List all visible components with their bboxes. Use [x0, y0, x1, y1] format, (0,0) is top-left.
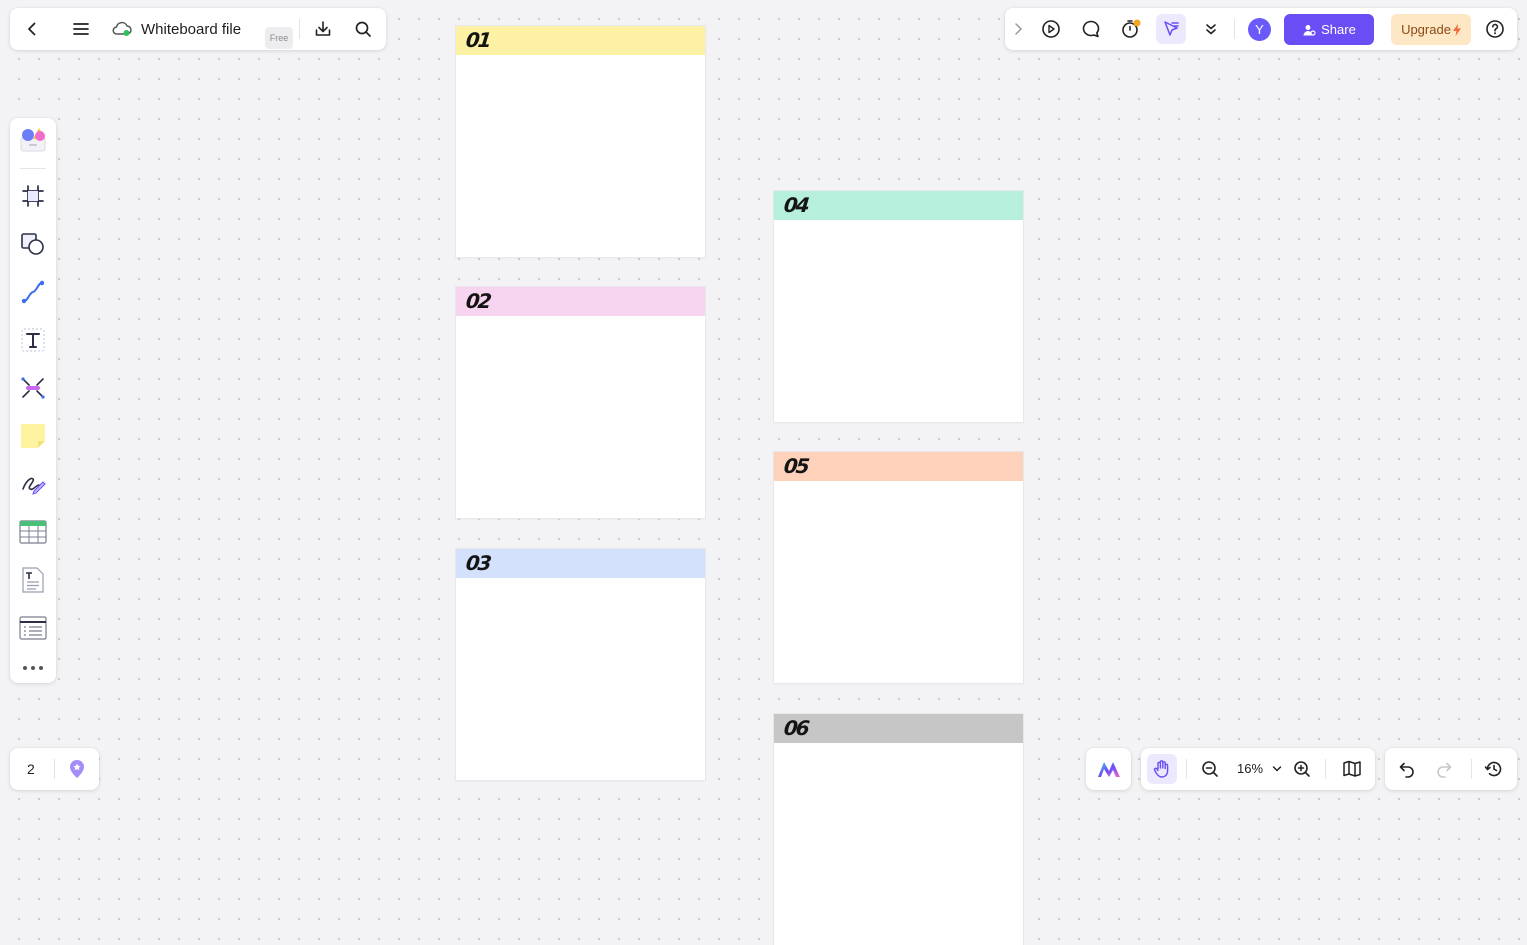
file-title[interactable]: Whiteboard file [141, 21, 241, 38]
top-left-toolbar: Whiteboard file Free [10, 8, 386, 50]
chevron-right-icon[interactable] [1005, 14, 1031, 44]
upgrade-label: Upgrade [1401, 22, 1451, 37]
history-controls [1385, 748, 1517, 790]
top-right-toolbar: Y Share Upgrade [1005, 8, 1517, 50]
double-chevron-down-icon[interactable] [1196, 14, 1226, 44]
help-icon[interactable] [1480, 14, 1510, 44]
user-avatar[interactable]: Y [1248, 18, 1271, 41]
card-header: 06 [774, 714, 1023, 743]
history-icon[interactable] [1479, 754, 1509, 784]
back-icon[interactable] [17, 14, 47, 44]
add-user-icon [1303, 24, 1316, 36]
divider [1234, 19, 1235, 39]
card-number: 05 [782, 454, 810, 478]
card-number: 04 [782, 193, 810, 217]
section-card[interactable]: 04 [774, 191, 1023, 422]
menu-icon[interactable] [66, 14, 96, 44]
card-header: 02 [456, 287, 705, 316]
card-header: 03 [456, 549, 705, 578]
connector-line-icon[interactable] [18, 277, 48, 307]
zoom-level[interactable]: 16% [1237, 761, 1263, 776]
redo-icon[interactable] [1430, 754, 1460, 784]
chevron-down-icon[interactable] [1267, 754, 1287, 784]
pages-panel: 2 [10, 748, 99, 790]
page-count[interactable]: 2 [27, 761, 35, 777]
frame-icon[interactable] [18, 181, 48, 211]
table-icon[interactable] [18, 517, 48, 547]
card-number: 02 [464, 289, 492, 313]
zoom-in-icon[interactable] [1287, 754, 1317, 784]
card-header: 04 [774, 191, 1023, 220]
zoom-out-icon[interactable] [1195, 754, 1225, 784]
timer-icon[interactable] [1116, 14, 1146, 44]
section-card[interactable]: 05 [774, 452, 1023, 683]
map-icon[interactable] [1337, 754, 1367, 784]
divider [54, 759, 55, 779]
search-icon[interactable] [348, 14, 378, 44]
mindmap-icon[interactable] [18, 373, 48, 403]
divider [299, 19, 300, 39]
card-header: 01 [456, 26, 705, 55]
ai-panel [1086, 748, 1131, 790]
collaboration-cursor-icon[interactable] [1156, 14, 1186, 44]
plan-badge: Free [265, 27, 293, 49]
card-number: 01 [464, 28, 492, 52]
card-number: 03 [464, 551, 492, 575]
divider [1186, 759, 1187, 779]
section-card[interactable]: 01 [456, 26, 705, 257]
text-tool-icon[interactable] [18, 325, 48, 355]
zoom-controls: 16% [1141, 748, 1375, 790]
sticky-note-icon[interactable] [18, 421, 48, 451]
hand-pan-icon[interactable] [1147, 754, 1177, 784]
pen-draw-icon[interactable] [18, 469, 48, 499]
comment-icon[interactable] [1076, 14, 1106, 44]
section-card[interactable]: 06 [774, 714, 1023, 945]
share-label: Share [1321, 22, 1356, 37]
cloud-sync-icon [107, 14, 137, 44]
location-pin-icon[interactable] [62, 754, 92, 784]
download-icon[interactable] [308, 14, 338, 44]
bolt-icon [1452, 23, 1461, 36]
undo-icon[interactable] [1391, 754, 1421, 784]
document-icon[interactable] [18, 565, 48, 595]
share-button[interactable]: Share [1284, 14, 1374, 45]
card-number: 06 [782, 716, 810, 740]
present-play-icon[interactable] [1036, 14, 1066, 44]
ai-assistant-icon[interactable] [1094, 754, 1124, 784]
divider [20, 168, 46, 169]
shapes-icon[interactable] [18, 229, 48, 259]
divider [1471, 759, 1472, 779]
list-icon[interactable] [18, 613, 48, 643]
card-header: 05 [774, 452, 1023, 481]
section-card[interactable]: 02 [456, 287, 705, 518]
upgrade-button[interactable]: Upgrade [1391, 14, 1471, 45]
section-card[interactable]: 03 [456, 549, 705, 780]
left-toolbar [10, 118, 56, 683]
templates-icon[interactable] [18, 124, 48, 154]
more-tools-icon[interactable] [18, 653, 48, 683]
divider [1325, 759, 1326, 779]
